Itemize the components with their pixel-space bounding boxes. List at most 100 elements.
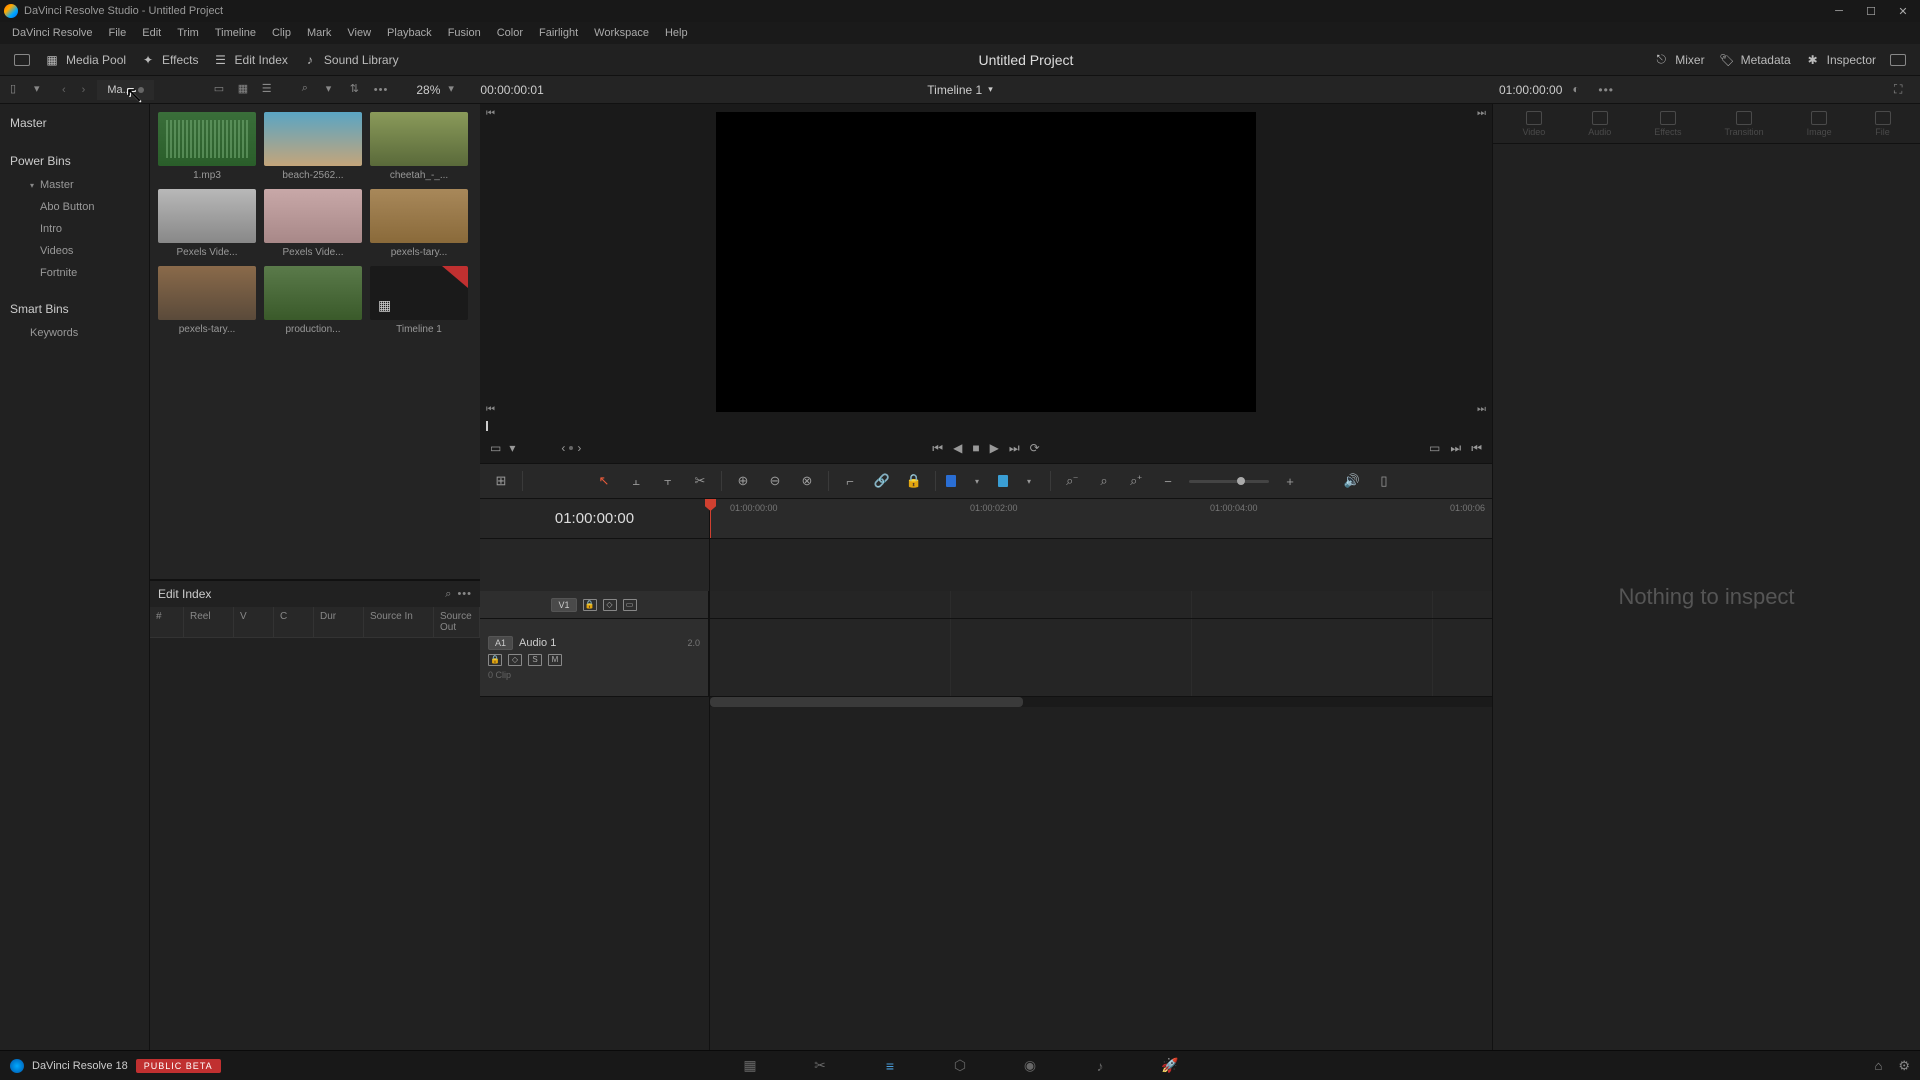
chevron-down-icon[interactable]: ▾ [966, 470, 988, 492]
page-edit-icon[interactable]: ≡ [880, 1057, 900, 1075]
timeline-body[interactable]: 01:00:00:00 01:00:02:00 01:00:04:00 01:0… [710, 499, 1492, 1050]
lock-icon[interactable]: 🔒 [583, 599, 597, 611]
menu-davinci-resolve[interactable]: DaVinci Resolve [4, 24, 101, 42]
more-options-icon[interactable]: ••• [457, 588, 472, 600]
blade-tool-icon[interactable]: ✂ [689, 470, 711, 492]
nav-forward-button[interactable]: › [78, 84, 90, 96]
close-button[interactable]: ✕ [1896, 4, 1910, 18]
timeline-timecode[interactable]: 01:00:00:00 [480, 499, 709, 539]
selection-tool-icon[interactable]: ↖ [593, 470, 615, 492]
page-color-icon[interactable]: ◉ [1020, 1057, 1040, 1075]
inspector-tab-transition[interactable]: Transition [1724, 111, 1763, 137]
mixer-button[interactable]: ⎋ Mixer [1653, 52, 1704, 68]
bin-tree-icon[interactable]: ▯ [10, 82, 26, 98]
step-back-icon[interactable]: ◀ [953, 441, 962, 455]
go-end-icon[interactable]: ⏭ [1009, 441, 1020, 456]
nav-back-button[interactable]: ‹ [58, 84, 70, 96]
zoom-percent[interactable]: 28% [416, 83, 440, 97]
more-options-icon[interactable]: ••• [1598, 83, 1614, 97]
breadcrumb-tab[interactable]: Ma... [97, 80, 153, 100]
bin-master[interactable]: Master [0, 110, 149, 136]
inspector-button[interactable]: ✱ Inspector [1805, 52, 1876, 68]
sound-library-button[interactable]: ♪ Sound Library [302, 52, 399, 68]
timeline-ruler[interactable]: 01:00:00:00 01:00:02:00 01:00:04:00 01:0… [710, 499, 1492, 539]
maximize-button[interactable]: ☐ [1864, 4, 1878, 18]
inspector-tab-effects[interactable]: Effects [1654, 111, 1681, 137]
timeline-name[interactable]: Timeline 1 [927, 83, 982, 97]
zoom-custom-icon[interactable]: ⌕⁺ [1125, 470, 1147, 492]
prev-clip-icon[interactable]: ⏮ [1471, 441, 1482, 456]
mute-button[interactable]: M [548, 654, 562, 666]
auto-select-icon[interactable]: ◇ [508, 654, 522, 666]
fullscreen-icon[interactable] [14, 52, 30, 68]
inspector-tab-audio[interactable]: Audio [1588, 111, 1611, 137]
expand-icon[interactable]: ⛶ [1894, 82, 1910, 98]
go-start-icon[interactable]: ⏮ [932, 441, 943, 456]
last-frame-icon[interactable]: ⏭ [1477, 108, 1486, 119]
inspector-tab-video[interactable]: Video [1522, 111, 1545, 137]
minimize-button[interactable]: ─ [1832, 4, 1846, 18]
thumbnail-view-icon[interactable]: ▦ [238, 82, 254, 98]
match-frame-icon[interactable]: ▭ [490, 441, 501, 455]
page-fusion-icon[interactable]: ⬡ [950, 1057, 970, 1075]
prev-edit-icon[interactable]: ‹ [561, 441, 565, 455]
next-clip-icon[interactable]: ⏭ [1450, 441, 1461, 456]
media-clip[interactable]: pexels-tary... [370, 189, 468, 258]
menu-playback[interactable]: Playback [379, 24, 440, 42]
chevron-down-icon[interactable]: ▾ [988, 84, 993, 95]
list-view-icon[interactable]: ☰ [262, 82, 278, 98]
play-icon[interactable]: ▶ [990, 441, 999, 455]
zoom-out-icon[interactable]: − [1157, 470, 1179, 492]
menu-file[interactable]: File [101, 24, 135, 42]
menu-clip[interactable]: Clip [264, 24, 299, 42]
zoom-in-icon[interactable]: + [1279, 470, 1301, 492]
bin-item-abo-button[interactable]: Abo Button [0, 196, 149, 218]
edit-index-button[interactable]: ☰ Edit Index [213, 52, 288, 68]
close-dot-icon[interactable] [138, 87, 144, 93]
menu-help[interactable]: Help [657, 24, 696, 42]
bin-item-fortnite[interactable]: Fortnite [0, 262, 149, 284]
media-clip[interactable]: cheetah_-_... [370, 112, 468, 181]
inspector-tab-image[interactable]: Image [1807, 111, 1832, 137]
media-pool-button[interactable]: ▦ Media Pool [44, 52, 126, 68]
chevron-down-icon[interactable]: ▾ [509, 441, 515, 455]
menu-fairlight[interactable]: Fairlight [531, 24, 586, 42]
viewer-canvas[interactable] [716, 112, 1256, 412]
marker-icon[interactable] [998, 475, 1008, 487]
mixer-toggle-icon[interactable]: ▯ [1373, 470, 1395, 492]
col-source-in[interactable]: Source In [364, 607, 434, 637]
page-deliver-icon[interactable]: 🚀 [1160, 1057, 1180, 1075]
col-dur[interactable]: Dur [314, 607, 364, 637]
insert-clip-icon[interactable]: ⊕ [732, 470, 754, 492]
metadata-view-icon[interactable]: ▭ [214, 82, 230, 98]
chevron-down-icon[interactable]: ▾ [326, 82, 342, 98]
timeline-scrollbar[interactable] [710, 697, 1492, 707]
zoom-full-icon[interactable]: ⌕⁻ [1061, 470, 1083, 492]
dual-monitor-icon[interactable] [1890, 52, 1906, 68]
track-visible-icon[interactable]: ▭ [623, 599, 637, 611]
bin-item-master[interactable]: ▾ Master [0, 174, 149, 196]
menu-color[interactable]: Color [489, 24, 531, 42]
overwrite-clip-icon[interactable]: ⊖ [764, 470, 786, 492]
search-icon[interactable]: ⌕ [445, 588, 451, 601]
chevron-down-icon[interactable]: ▾ [1018, 470, 1040, 492]
media-clip[interactable]: Pexels Vide... [158, 189, 256, 258]
position-lock-icon[interactable]: 🔒 [903, 470, 925, 492]
effects-button[interactable]: ✦ Effects [140, 52, 198, 68]
menu-timeline[interactable]: Timeline [207, 24, 264, 42]
menu-fusion[interactable]: Fusion [440, 24, 489, 42]
sort-icon[interactable]: ⇅ [350, 82, 366, 98]
loop-icon[interactable]: ⟳ [1030, 441, 1040, 455]
zoom-slider[interactable] [1189, 480, 1269, 483]
media-clip[interactable]: production... [264, 266, 362, 335]
flag-blue-icon[interactable] [946, 475, 956, 487]
v1-dest-badge[interactable]: V1 [551, 598, 576, 612]
dynamic-trim-icon[interactable]: ⫟ [657, 470, 679, 492]
last-frame-icon[interactable]: ⏭ [1477, 404, 1486, 415]
media-clip[interactable]: beach-2562... [264, 112, 362, 181]
col-v[interactable]: V [234, 607, 274, 637]
more-options-icon[interactable]: ••• [374, 84, 389, 96]
chevron-down-icon[interactable]: ▾ [34, 82, 50, 98]
page-fairlight-icon[interactable]: ♪ [1090, 1057, 1110, 1075]
bin-item-videos[interactable]: Videos [0, 240, 149, 262]
